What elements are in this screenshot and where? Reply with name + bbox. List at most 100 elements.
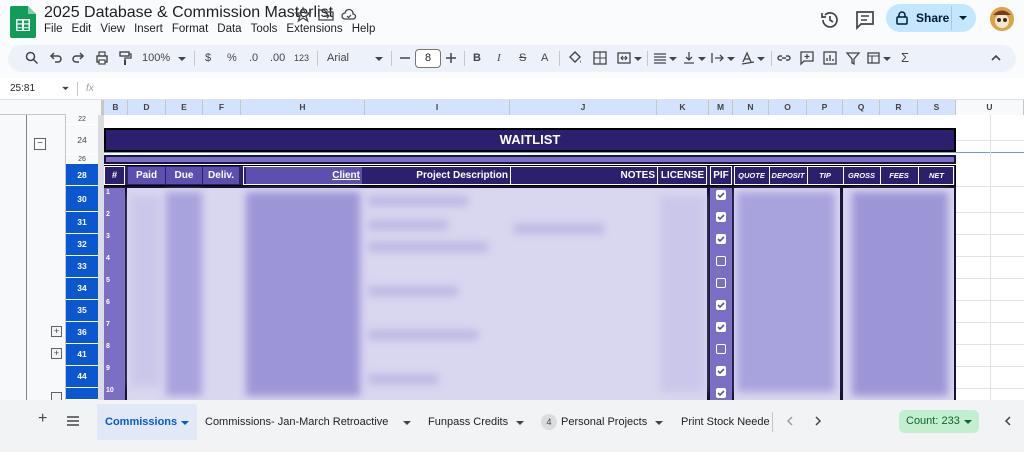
sheet-tab-commissions[interactable]: Commissions <box>105 411 177 433</box>
expand-group-button[interactable] <box>51 392 62 400</box>
share-dropdown-icon[interactable] <box>958 14 968 22</box>
sheets-logo-icon[interactable] <box>10 6 36 38</box>
insert-comment-icon[interactable] <box>799 50 815 66</box>
undo-icon[interactable] <box>48 50 64 66</box>
column-header[interactable]: U <box>956 100 1024 115</box>
row-header[interactable]: 36 <box>66 322 98 344</box>
pif-checkbox[interactable] <box>716 388 726 398</box>
menu-help[interactable]: Help <box>352 23 376 35</box>
row-header[interactable]: 22 <box>66 115 98 125</box>
italic-button[interactable]: I <box>497 52 501 64</box>
pif-checkbox[interactable] <box>716 190 726 200</box>
add-sheet-icon[interactable]: + <box>38 410 47 428</box>
increase-font-size-icon[interactable] <box>443 50 459 66</box>
wrap-dropdown-icon[interactable] <box>727 56 735 62</box>
share-label[interactable]: Share <box>916 11 949 25</box>
side-panel-toggle-icon[interactable] <box>1002 415 1014 427</box>
pif-checkbox[interactable] <box>716 322 726 332</box>
menu-tools[interactable]: Tools <box>251 23 278 35</box>
functions-button[interactable]: Σ <box>901 50 909 65</box>
redo-icon[interactable] <box>70 50 86 66</box>
row-header[interactable]: 35 <box>66 300 98 322</box>
pif-checkbox[interactable] <box>716 278 726 288</box>
tab-menu-icon[interactable] <box>181 420 189 426</box>
column-header[interactable]: R <box>880 100 918 115</box>
sheet-tab-personal-projects[interactable]: Personal Projects <box>561 411 647 433</box>
menu-edit[interactable]: Edit <box>72 23 92 35</box>
row-header[interactable]: 33 <box>66 256 98 278</box>
pif-checkbox[interactable] <box>716 344 726 354</box>
row-header[interactable]: 28 <box>66 164 98 186</box>
pif-checkbox[interactable] <box>716 300 726 310</box>
print-icon[interactable] <box>94 50 110 66</box>
merge-dropdown-icon[interactable] <box>634 56 642 62</box>
valign-dropdown-icon[interactable] <box>698 56 706 62</box>
header-deposit[interactable]: DEPOSIT <box>769 167 806 184</box>
row-header[interactable]: 41 <box>66 344 98 366</box>
column-header[interactable]: D <box>128 100 166 115</box>
count-dropdown-icon[interactable] <box>964 419 972 425</box>
increase-decimal-button[interactable]: .00 <box>270 52 285 64</box>
column-header[interactable]: F <box>203 100 241 115</box>
comments-icon[interactable] <box>853 8 877 32</box>
row-header[interactable]: 31 <box>66 212 98 234</box>
header-tip[interactable]: TIP <box>807 167 842 184</box>
column-header[interactable]: E <box>166 100 203 115</box>
scroll-tabs-left-icon[interactable] <box>784 415 796 427</box>
tab-menu-icon[interactable] <box>403 420 411 426</box>
menu-view[interactable]: View <box>100 23 125 35</box>
sheet-tab-jan-march[interactable]: Commissions- Jan-March Retroactive <box>205 411 388 433</box>
header-license[interactable]: LICENSE <box>657 167 707 184</box>
name-box-dropdown-icon[interactable] <box>62 86 69 91</box>
version-history-icon[interactable] <box>818 8 842 32</box>
decrease-decimal-button[interactable]: .0 <box>249 52 258 64</box>
sheet-tab-funpass[interactable]: Funpass Credits <box>428 411 508 433</box>
font-size-input[interactable]: 8 <box>415 49 441 68</box>
user-avatar[interactable] <box>990 7 1014 31</box>
header-num[interactable]: # <box>104 166 125 185</box>
row-header[interactable]: 34 <box>66 278 98 300</box>
bold-button[interactable]: B <box>473 52 481 64</box>
column-header[interactable]: P <box>807 100 843 115</box>
zoom-dropdown-icon[interactable] <box>178 56 186 62</box>
column-header[interactable]: S <box>918 100 956 115</box>
header-due[interactable]: Due <box>166 167 202 184</box>
halign-dropdown-icon[interactable] <box>669 56 677 62</box>
column-header[interactable]: J <box>510 100 657 115</box>
column-header[interactable]: K <box>657 100 709 115</box>
create-filter-icon[interactable] <box>845 50 861 66</box>
tab-menu-icon[interactable] <box>516 420 524 426</box>
scroll-tabs-right-icon[interactable] <box>812 415 824 427</box>
pif-checkbox[interactable] <box>716 366 726 376</box>
percent-format-button[interactable]: % <box>227 52 237 64</box>
search-menus-icon[interactable] <box>24 50 40 66</box>
column-header[interactable]: M <box>709 100 733 115</box>
decrease-font-size-icon[interactable] <box>397 50 413 66</box>
pif-checkbox[interactable] <box>716 212 726 222</box>
header-deliv[interactable]: Deliv. <box>203 167 239 184</box>
header-quote[interactable]: QUOTE <box>735 167 768 184</box>
more-formats-button[interactable]: 123 <box>294 53 309 63</box>
all-sheets-icon[interactable] <box>66 415 80 427</box>
font-select[interactable]: Arial <box>327 52 349 64</box>
text-color-button[interactable]: A <box>541 52 548 64</box>
move-folder-icon[interactable] <box>317 6 335 24</box>
header-fees[interactable]: FEES <box>880 167 917 184</box>
zoom-select[interactable]: 100% <box>142 52 170 64</box>
header-project-description[interactable]: Project Description <box>365 167 508 184</box>
name-box[interactable]: 25:81 <box>10 83 35 94</box>
row-header[interactable]: 44 <box>66 366 98 388</box>
horizontal-align-icon[interactable] <box>652 50 668 66</box>
currency-format-button[interactable]: $ <box>205 52 211 64</box>
tab-menu-icon[interactable] <box>655 420 663 426</box>
sheet-tab-print-stock[interactable]: Print Stock Neede <box>681 411 773 433</box>
vertical-align-icon[interactable] <box>681 50 697 66</box>
header-net[interactable]: NET <box>918 167 954 184</box>
menu-data[interactable]: Data <box>217 23 241 35</box>
menu-extensions[interactable]: Extensions <box>286 23 342 35</box>
column-header[interactable]: N <box>733 100 769 115</box>
formula-input[interactable] <box>104 80 1014 98</box>
expand-group-button[interactable]: + <box>51 348 62 359</box>
row-header[interactable]: 32 <box>66 234 98 256</box>
rotation-dropdown-icon[interactable] <box>757 56 765 62</box>
